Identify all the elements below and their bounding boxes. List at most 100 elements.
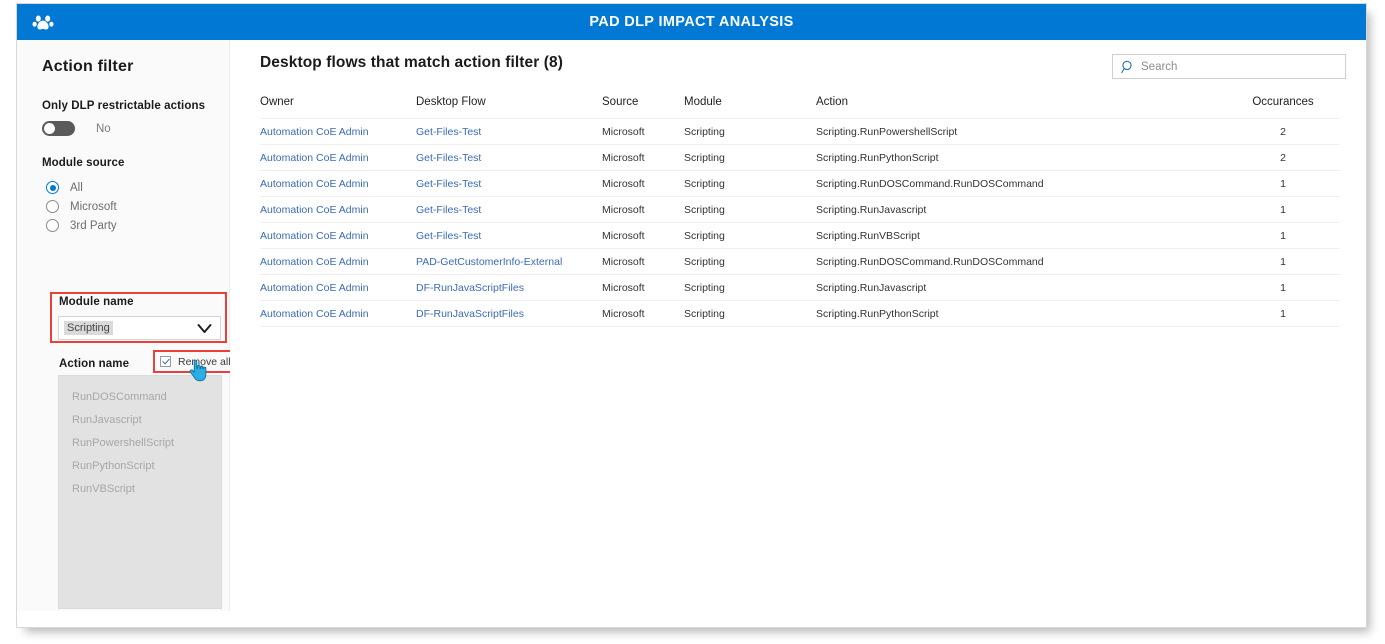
chevron-down-icon[interactable] [197, 322, 212, 340]
table-row[interactable]: Automation CoE Admin Get-Files-Test Micr… [260, 222, 1340, 249]
list-item[interactable]: RunPythonScript [59, 455, 221, 478]
cell-occurances: 1 [1226, 170, 1340, 197]
app-title: PAD DLP IMPACT ANALYSIS [589, 14, 794, 30]
owner-link[interactable]: Automation CoE Admin [260, 152, 369, 164]
owner-link[interactable]: Automation CoE Admin [260, 126, 369, 138]
cell-occurances: 1 [1226, 300, 1340, 327]
owner-link[interactable]: Automation CoE Admin [260, 282, 369, 294]
column-header-source[interactable]: Source [602, 92, 684, 119]
app-header: PAD DLP IMPACT ANALYSIS [17, 4, 1366, 40]
cell-action: Scripting.RunVBScript [816, 222, 1226, 249]
cell-module: Scripting [684, 196, 816, 223]
cell-action: Scripting.RunPythonScript [816, 144, 1226, 171]
list-item[interactable]: RunPowershellScript [59, 432, 221, 455]
desktop-flow-link[interactable]: DF-RunJavaScriptFiles [416, 308, 524, 320]
column-header-action[interactable]: Action [816, 92, 1226, 119]
cell-occurances: 1 [1226, 248, 1340, 275]
table-row[interactable]: Automation CoE Admin DF-RunJavaScriptFil… [260, 274, 1340, 301]
module-name-label: Module name [59, 296, 134, 308]
sidebar-title: Action filter [42, 58, 134, 75]
cell-action: Scripting.RunJavascript [816, 196, 1226, 223]
module-source-radio-group: All Microsoft 3rd Party [46, 179, 117, 236]
app-body: Action filter Only DLP restrictable acti… [17, 40, 1366, 627]
table-header: Owner Desktop Flow Source Module Action … [260, 92, 1340, 119]
dlp-toggle-row[interactable]: No [42, 121, 111, 136]
table-row[interactable]: Automation CoE Admin PAD-GetCustomerInfo… [260, 248, 1340, 275]
module-source-label: Module source [42, 157, 125, 169]
owner-link[interactable]: Automation CoE Admin [260, 230, 369, 242]
table-header-row: Owner Desktop Flow Source Module Action … [260, 92, 1340, 119]
cell-source: Microsoft [602, 248, 684, 275]
cell-module: Scripting [684, 170, 816, 197]
owner-link[interactable]: Automation CoE Admin [260, 256, 369, 268]
radio-option-all[interactable]: All [46, 179, 117, 196]
owner-link[interactable]: Automation CoE Admin [260, 204, 369, 216]
remove-all-highlight[interactable]: Remove all [153, 350, 241, 373]
cell-source: Microsoft [602, 144, 684, 171]
cell-occurances: 1 [1226, 196, 1340, 223]
list-item[interactable]: RunJavascript [59, 409, 221, 432]
cell-action: Scripting.RunDOSCommand.RunDOSCommand [816, 248, 1226, 275]
cell-module: Scripting [684, 274, 816, 301]
table-body: Automation CoE Admin Get-Files-Test Micr… [260, 118, 1340, 327]
desktop-flow-link[interactable]: PAD-GetCustomerInfo-External [416, 256, 562, 268]
remove-all-checkbox[interactable] [160, 356, 171, 367]
page-title: Desktop flows that match action filter (… [260, 54, 564, 71]
list-item[interactable]: RunDOSCommand [59, 386, 221, 409]
cell-source: Microsoft [602, 300, 684, 327]
owner-link[interactable]: Automation CoE Admin [260, 178, 369, 190]
radio-3rd-party-icon[interactable] [46, 219, 59, 232]
search-icon [1121, 60, 1135, 74]
desktop-flows-table: Owner Desktop Flow Source Module Action … [260, 92, 1340, 327]
cell-module: Scripting [684, 248, 816, 275]
cell-occurances: 1 [1226, 274, 1340, 301]
cell-occurances: 2 [1226, 144, 1340, 171]
owner-link[interactable]: Automation CoE Admin [260, 308, 369, 320]
app-window: PAD DLP IMPACT ANALYSIS Action filter On… [16, 3, 1367, 628]
desktop-flow-link[interactable]: Get-Files-Test [416, 204, 481, 216]
desktop-flow-link[interactable]: Get-Files-Test [416, 126, 481, 138]
remove-all-label: Remove all [178, 355, 231, 368]
dlp-toggle-label: Only DLP restrictable actions [42, 100, 206, 112]
radio-microsoft-label: Microsoft [70, 200, 117, 213]
desktop-flow-link[interactable]: Get-Files-Test [416, 178, 481, 190]
table-row[interactable]: Automation CoE Admin Get-Files-Test Micr… [260, 196, 1340, 223]
cell-source: Microsoft [602, 196, 684, 223]
cell-source: Microsoft [602, 222, 684, 249]
desktop-flow-link[interactable]: Get-Files-Test [416, 230, 481, 242]
desktop-flow-link[interactable]: Get-Files-Test [416, 152, 481, 164]
radio-option-3rd-party[interactable]: 3rd Party [46, 217, 117, 234]
search-input[interactable]: Search [1141, 61, 1177, 73]
table-row[interactable]: Automation CoE Admin Get-Files-Test Micr… [260, 118, 1340, 145]
dlp-restrictable-toggle[interactable] [42, 121, 75, 136]
table-row[interactable]: Automation CoE Admin Get-Files-Test Micr… [260, 144, 1340, 171]
dlp-toggle-value: No [96, 122, 111, 135]
column-header-occurances[interactable]: Occurances [1226, 92, 1340, 119]
cell-source: Microsoft [602, 118, 684, 145]
radio-option-microsoft[interactable]: Microsoft [46, 198, 117, 215]
cell-module: Scripting [684, 222, 816, 249]
radio-microsoft-icon[interactable] [46, 200, 59, 213]
module-name-value: Scripting [64, 321, 113, 335]
radio-all-icon[interactable] [46, 181, 59, 194]
cell-occurances: 1 [1226, 222, 1340, 249]
list-item[interactable]: RunVBScript [59, 478, 221, 501]
cell-module: Scripting [684, 300, 816, 327]
desktop-flow-link[interactable]: DF-RunJavaScriptFiles [416, 282, 524, 294]
table-row[interactable]: Automation CoE Admin Get-Files-Test Micr… [260, 170, 1340, 197]
app-screenshot: PAD DLP IMPACT ANALYSIS Action filter On… [0, 0, 1385, 644]
cell-action: Scripting.RunPowershellScript [816, 118, 1226, 145]
table-row[interactable]: Automation CoE Admin DF-RunJavaScriptFil… [260, 300, 1340, 327]
main-content: Desktop flows that match action filter (… [230, 40, 1366, 627]
toggle-knob [44, 123, 55, 134]
action-name-label: Action name [59, 358, 130, 370]
power-automate-desktop-icon [31, 10, 55, 34]
action-filter-sidebar: Action filter Only DLP restrictable acti… [17, 40, 241, 611]
module-name-dropdown[interactable]: Scripting [58, 316, 221, 340]
column-header-module[interactable]: Module [684, 92, 816, 119]
search-box[interactable]: Search [1112, 54, 1346, 79]
column-header-owner[interactable]: Owner [260, 92, 416, 119]
column-header-desktop-flow[interactable]: Desktop Flow [416, 92, 602, 119]
action-name-list[interactable]: RunDOSCommand RunJavascript RunPowershel… [58, 375, 222, 609]
cell-source: Microsoft [602, 274, 684, 301]
